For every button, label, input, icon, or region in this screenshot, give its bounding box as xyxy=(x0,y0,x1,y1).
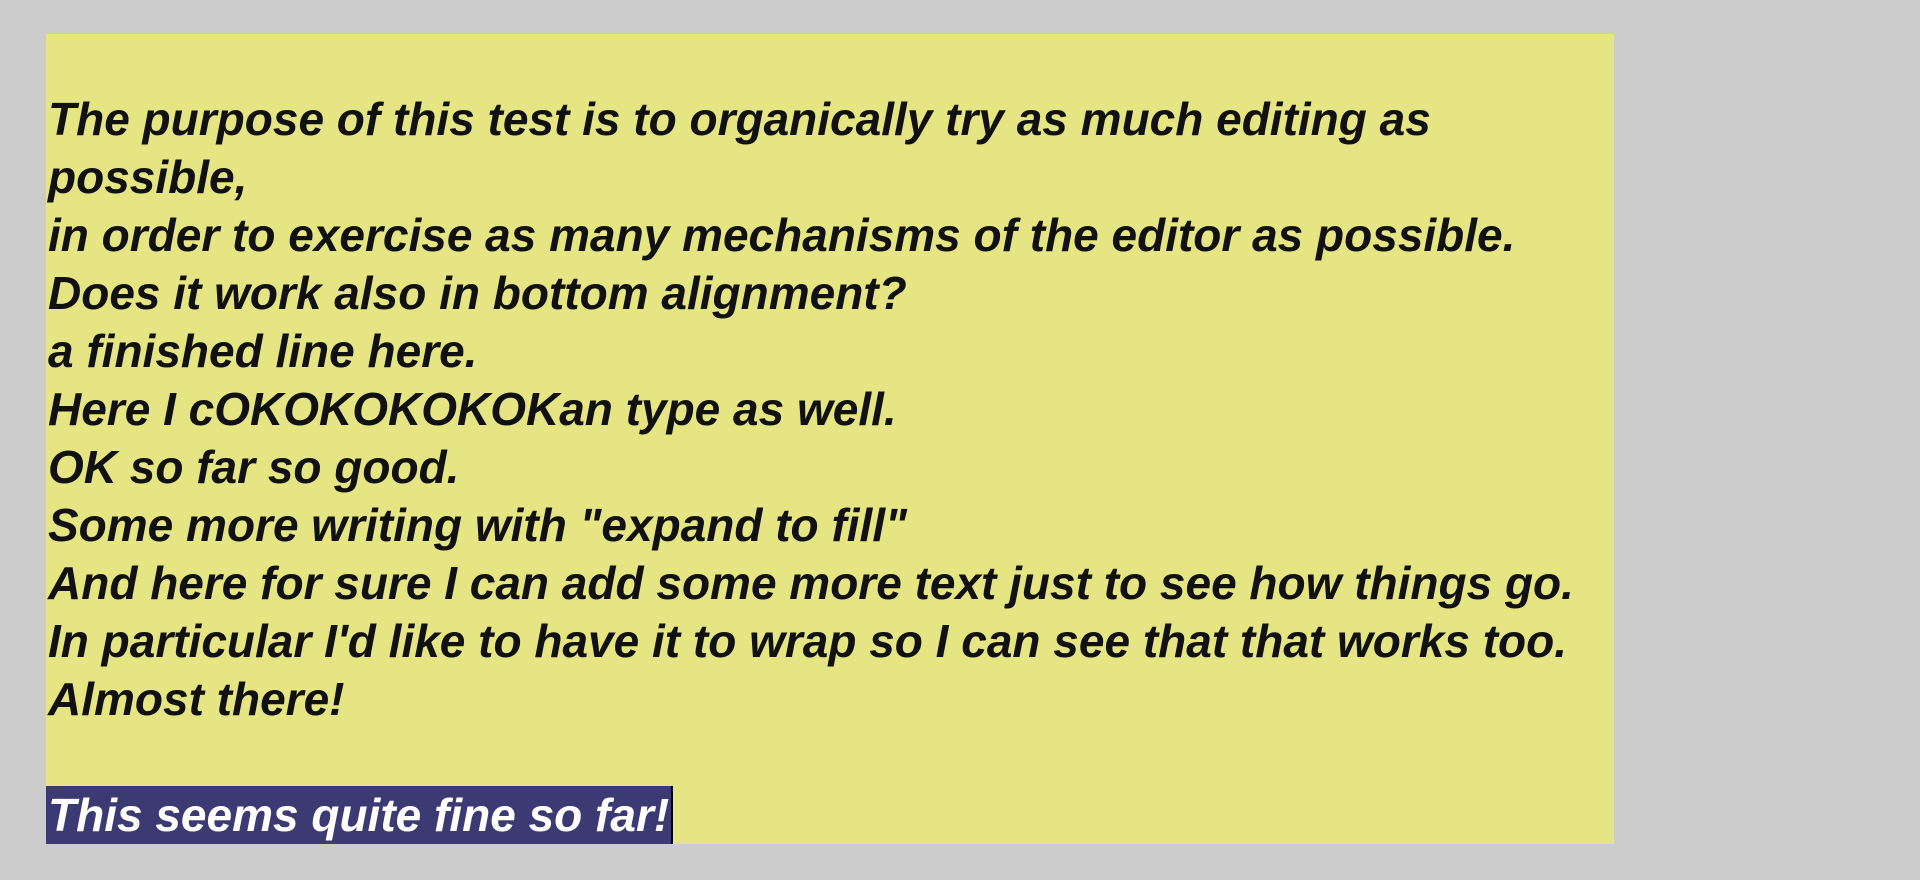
empty-line[interactable] xyxy=(48,728,1614,786)
text-line-2[interactable]: in order to exercise as many mechanisms … xyxy=(48,206,1614,264)
text-line-6[interactable]: OK so far so good. xyxy=(48,438,1614,496)
text-line-7[interactable]: Some more writing with "expand to fill" xyxy=(48,496,1614,554)
text-selection[interactable]: This seems quite fine so far! xyxy=(46,786,672,844)
text-caret xyxy=(671,786,674,844)
selected-line[interactable]: This seems quite fine so far! xyxy=(46,786,1614,844)
text-line-1[interactable]: The purpose of this test is to organical… xyxy=(48,90,1598,206)
text-editor[interactable]: The purpose of this test is to organical… xyxy=(46,34,1614,844)
text-paragraph-wrapped[interactable]: And here for sure I can add some more te… xyxy=(48,554,1598,728)
editor-text-content[interactable]: The purpose of this test is to organical… xyxy=(46,90,1614,844)
text-line-3[interactable]: Does it work also in bottom alignment? xyxy=(48,264,1614,322)
text-line-4[interactable]: a finished line here. xyxy=(48,322,1614,380)
text-line-5[interactable]: Here I cOKOKOKOKOKan type as well. xyxy=(48,380,1614,438)
